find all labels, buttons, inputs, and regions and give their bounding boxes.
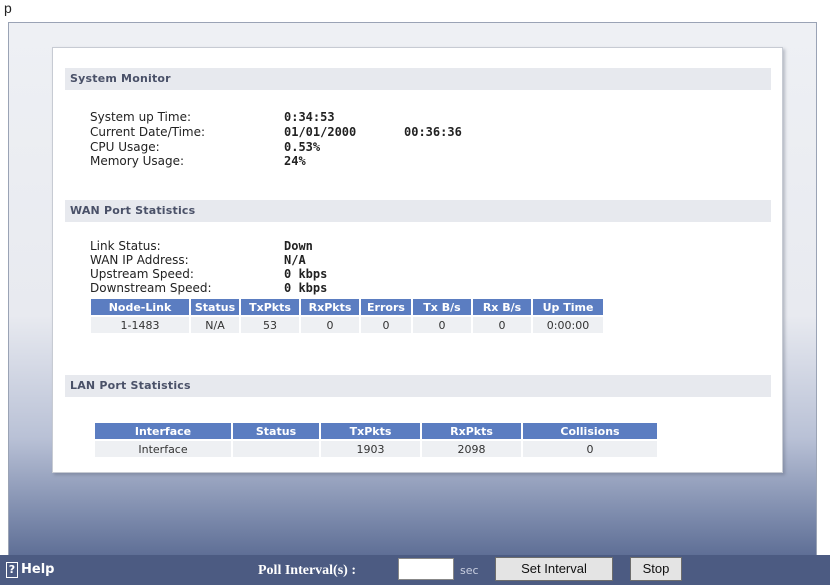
table-cell: 53 — [241, 317, 299, 333]
column-header: Up Time — [533, 299, 603, 315]
table-cell: 1903 — [321, 441, 420, 457]
section-title: WAN Port Statistics — [70, 204, 196, 217]
row-label: Link Status: — [90, 239, 161, 253]
column-header: Node-Link — [91, 299, 189, 315]
row-label: CPU Usage: — [90, 140, 160, 154]
row-label: Memory Usage: — [90, 154, 185, 168]
section-title: System Monitor — [70, 72, 171, 85]
table-cell: 0 — [361, 317, 411, 333]
row-value: 24% — [284, 154, 306, 168]
lan-stats-table: Interface Status TxPkts RxPkts Collision… — [93, 421, 659, 459]
column-header: TxPkts — [241, 299, 299, 315]
row-label: WAN IP Address: — [90, 253, 189, 267]
stop-button[interactable]: Stop — [630, 557, 682, 581]
column-header: TxPkts — [321, 423, 420, 439]
column-header: Collisions — [523, 423, 657, 439]
poll-unit-label: sec — [460, 564, 479, 577]
table-cell: N/A — [191, 317, 239, 333]
column-header: Rx B/s — [473, 299, 531, 315]
help-icon[interactable]: ? — [6, 562, 18, 578]
table-cell: 0 — [523, 441, 657, 457]
table-row: 1-1483 N/A 53 0 0 0 0 0:00:00 — [91, 317, 603, 333]
row-value: 0 kbps — [284, 267, 328, 281]
row-label: Current Date/Time: — [90, 125, 206, 139]
system-monitor-header: System Monitor — [65, 68, 771, 90]
row-value: 0 kbps — [284, 281, 328, 295]
status-panel: System Monitor System up Time: 0:34:53 C… — [52, 47, 783, 473]
poll-interval-input[interactable] — [398, 558, 454, 580]
table-cell: Interface — [95, 441, 231, 457]
section-title: LAN Port Statistics — [70, 379, 191, 392]
table-cell: 0 — [413, 317, 471, 333]
set-interval-button[interactable]: Set Interval — [495, 557, 613, 581]
help-link[interactable]: Help — [21, 562, 54, 577]
table-cell — [233, 441, 319, 457]
column-header: RxPkts — [301, 299, 359, 315]
row-value: N/A — [284, 253, 306, 267]
wan-header: WAN Port Statistics — [65, 200, 771, 222]
row-label: System up Time: — [90, 110, 192, 124]
row-value: 0:34:53 — [284, 110, 335, 124]
column-header: RxPkts — [422, 423, 521, 439]
column-header: Tx B/s — [413, 299, 471, 315]
title-strip: p — [0, 0, 830, 22]
table-header-row: Interface Status TxPkts RxPkts Collision… — [95, 423, 657, 439]
row-value: 01/01/2000 — [284, 125, 357, 139]
column-header: Errors — [361, 299, 411, 315]
table-cell: 0 — [473, 317, 531, 333]
row-value: Down — [284, 239, 313, 253]
column-header: Interface — [95, 423, 231, 439]
table-cell: 0 — [301, 317, 359, 333]
row-value-time: 00:36:36 — [404, 125, 462, 139]
wan-stats-table: Node-Link Status TxPkts RxPkts Errors Tx… — [89, 297, 605, 335]
row-value: 0.53% — [284, 140, 321, 154]
column-header: Status — [191, 299, 239, 315]
window-title: p — [4, 0, 12, 16]
row-label: Downstream Speed: — [90, 281, 212, 295]
bottom-toolbar: ? Help Poll Interval(s) : sec Set Interv… — [0, 555, 830, 585]
table-cell: 0:00:00 — [533, 317, 603, 333]
poll-interval-label: Poll Interval(s) : — [258, 563, 356, 578]
row-label: Upstream Speed: — [90, 267, 194, 281]
table-cell: 2098 — [422, 441, 521, 457]
table-header-row: Node-Link Status TxPkts RxPkts Errors Tx… — [91, 299, 603, 315]
column-header: Status — [233, 423, 319, 439]
table-row: Interface 1903 2098 0 — [95, 441, 657, 457]
table-cell: 1-1483 — [91, 317, 189, 333]
lan-header: LAN Port Statistics — [65, 375, 771, 397]
